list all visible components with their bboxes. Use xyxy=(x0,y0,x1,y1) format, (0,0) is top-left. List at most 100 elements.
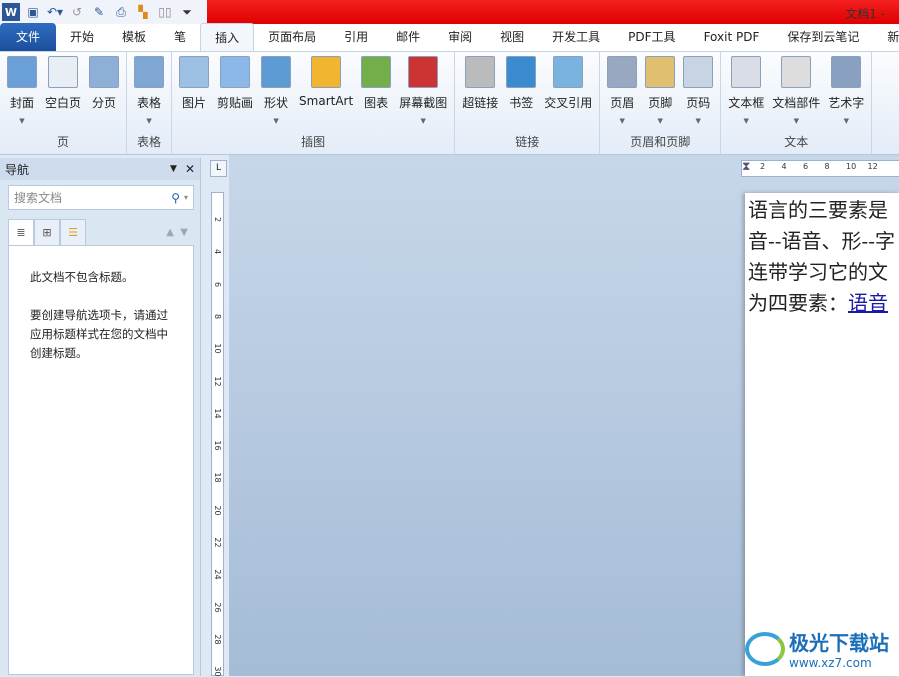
tab-6[interactable]: 引用 xyxy=(330,23,382,51)
ribbon-button-icon xyxy=(361,56,392,88)
read-icon[interactable]: ▯▯ xyxy=(156,3,174,21)
save-icon[interactable]: ▣ xyxy=(24,3,42,21)
ribbon-button-label: 封面 xyxy=(9,96,34,110)
dropdown-arrow-icon: ▼ xyxy=(420,117,426,125)
nav-header: 导航 ▼ ✕ xyxy=(0,158,200,180)
dropdown-arrow-icon: ▼ xyxy=(793,117,799,125)
word-logo-icon[interactable]: W xyxy=(2,3,20,21)
search-placeholder: 搜索文档 xyxy=(14,191,63,205)
watermark-name: 极光下载站 xyxy=(789,631,889,655)
ribbon-group-1: 表格 ▼ 表格 xyxy=(127,52,173,154)
ribbon-button-icon xyxy=(645,56,676,88)
tab-7[interactable]: 邮件 xyxy=(382,23,434,51)
search-input[interactable]: 搜索文档 ⚲ ▾ xyxy=(8,185,194,210)
watermark: 极光下载站 www.xz7.com xyxy=(745,627,889,670)
ribbon-group-label: 表格 xyxy=(137,135,162,149)
ribbon-button-label: 文档部件 xyxy=(772,96,821,110)
no-headings-message: 此文档不包含标题。 xyxy=(30,270,134,284)
layout-icon[interactable]: ▚ xyxy=(134,3,152,21)
dropdown-arrow-icon: ▼ xyxy=(843,117,849,125)
ruler-tick-label: 2 xyxy=(213,216,222,223)
tab-selector-icon[interactable]: L xyxy=(210,160,227,177)
nav-content: 此文档不包含标题。 要创建导航选项卡，请通过应用标题样式在您的文档中创建标题。 xyxy=(8,245,194,675)
customize-icon[interactable]: ⏷ xyxy=(178,3,196,21)
results-tab-icon[interactable]: ☰ xyxy=(60,219,86,245)
ribbon-button-icon xyxy=(607,56,638,88)
tab-0[interactable]: 文件 xyxy=(0,23,57,51)
headings-tab-icon[interactable]: ≣ xyxy=(8,219,34,245)
hyperlink[interactable]: 语音 xyxy=(848,291,888,315)
ribbon-button-icon xyxy=(465,56,496,88)
ruler-tick-label: 12 xyxy=(213,375,222,387)
ribbon: 封面 ▼ 空白页 分页页 表格 ▼ 表格 图片 剪贴画 形状 ▼ SmartArt 图表 屏幕截图 ▼ 插图 超… xyxy=(0,52,899,155)
ribbon-button-label: 页码 xyxy=(686,96,711,110)
ruler-tick-label: 12 xyxy=(867,162,878,171)
tab-10[interactable]: 开发工具 xyxy=(538,23,614,51)
ribbon-group-2: 图片 剪贴画 形状 ▼ SmartArt 图表 屏幕截图 ▼ 插图 xyxy=(172,52,456,154)
tab-11[interactable]: PDF工具 xyxy=(614,23,689,51)
text-line: 连带学习它的文 xyxy=(748,260,888,284)
tab-14[interactable]: 新建 xyxy=(873,23,899,51)
ribbon-button-icon xyxy=(179,56,210,88)
ruler-tick-label: 8 xyxy=(213,313,222,319)
ribbon-button-label: 书签 xyxy=(509,96,534,110)
search-icon[interactable]: ⚲ xyxy=(171,191,180,205)
ribbon-button-label: 形状 xyxy=(264,96,289,110)
nav-title: 导航 xyxy=(5,162,30,177)
ribbon-button-label: 屏幕截图 xyxy=(399,96,448,110)
text-line: 音--语音、形--字 xyxy=(748,229,896,253)
print-preview-icon[interactable]: ⎙ xyxy=(112,3,130,21)
watermark-url: www.xz7.com xyxy=(789,656,872,670)
ribbon-button-icon xyxy=(261,56,292,88)
ruler-tick-label: 6 xyxy=(213,281,222,287)
ruler-tick-label: 14 xyxy=(213,408,222,419)
tab-8[interactable]: 审阅 xyxy=(434,23,486,51)
dropdown-arrow-icon: ▼ xyxy=(19,117,25,125)
window-title: 文档1 - xyxy=(845,7,885,21)
edit-icon[interactable]: ✎ xyxy=(90,3,108,21)
dropdown-arrow-icon: ▼ xyxy=(273,117,279,125)
ruler-tick-label: 10 xyxy=(846,162,857,171)
title-bar: 文档1 - xyxy=(207,0,899,24)
tab-4[interactable]: 插入 xyxy=(200,23,255,51)
tab-5[interactable]: 页面布局 xyxy=(254,23,330,51)
ribbon-button-label: 艺术字 xyxy=(828,96,865,110)
redo-icon[interactable]: ↺ xyxy=(68,3,86,21)
tab-12[interactable]: Foxit PDF xyxy=(690,23,774,51)
ruler-tick-label: 30 xyxy=(213,666,222,677)
nav-arrows[interactable]: ▲ ▼ xyxy=(166,227,188,238)
ribbon-group-5: 文本框 ▼ 文档部件 ▼ 艺术字 ▼ 文本 xyxy=(721,52,873,154)
dropdown-arrow-icon: ▼ xyxy=(695,117,701,125)
ribbon-button-icon xyxy=(408,56,439,88)
indent-marker-icon[interactable]: ⧗ xyxy=(742,159,750,174)
vertical-ruler[interactable]: 2 4 6 8 10 12 14 16 18 20 22 24 26 28 30 xyxy=(211,192,224,677)
close-icon[interactable]: ✕ xyxy=(185,162,195,176)
tab-13[interactable]: 保存到云笔记 xyxy=(773,23,873,51)
ruler-tick-label: 20 xyxy=(213,505,222,516)
document-page[interactable]: 语言的三要素是 音--语音、形--字 连带学习它的文 为四要素：语音 xyxy=(745,193,899,676)
tab-9[interactable]: 视图 xyxy=(486,23,538,51)
text-line: 语言的三要素是 xyxy=(748,198,888,222)
horizontal-ruler[interactable]: ⧗ 2 4 6 8 10 12 xyxy=(741,159,899,177)
tab-3[interactable]: 笔 xyxy=(160,23,200,51)
tab-2[interactable]: 模板 xyxy=(108,23,160,51)
ribbon-group-label: 页 xyxy=(57,135,70,149)
tab-1[interactable]: 开始 xyxy=(56,23,108,51)
nav-menu-icon[interactable]: ▼ xyxy=(170,164,177,174)
ribbon-button-label: 页脚 xyxy=(648,96,673,110)
ribbon-button-label: 图表 xyxy=(364,96,389,110)
search-dropdown-icon[interactable]: ▾ xyxy=(184,193,188,202)
ruler-tick-label: 22 xyxy=(213,537,222,548)
ruler-tick-label: 4 xyxy=(213,249,222,255)
ribbon-button-icon xyxy=(553,56,584,88)
ribbon-button-icon xyxy=(781,56,812,88)
ruler-tick-label: 16 xyxy=(213,440,222,451)
pages-tab-icon[interactable]: ⊞ xyxy=(34,219,60,245)
navigation-pane: 导航 ▼ ✕ 搜索文档 ⚲ ▾ ≣ ⊞ ☰ ▲ ▼ 此文档不包含标题。 要创建导航… xyxy=(0,158,201,676)
ribbon-button-label: 交叉引用 xyxy=(544,96,593,110)
ruler-tick-label: 6 xyxy=(803,162,809,171)
undo-icon[interactable]: ↶▾ xyxy=(46,3,64,21)
ribbon-button-label: 剪贴画 xyxy=(217,96,254,110)
ribbon-button-label: 超链接 xyxy=(462,96,499,110)
ruler-tick-label: 10 xyxy=(213,343,222,354)
